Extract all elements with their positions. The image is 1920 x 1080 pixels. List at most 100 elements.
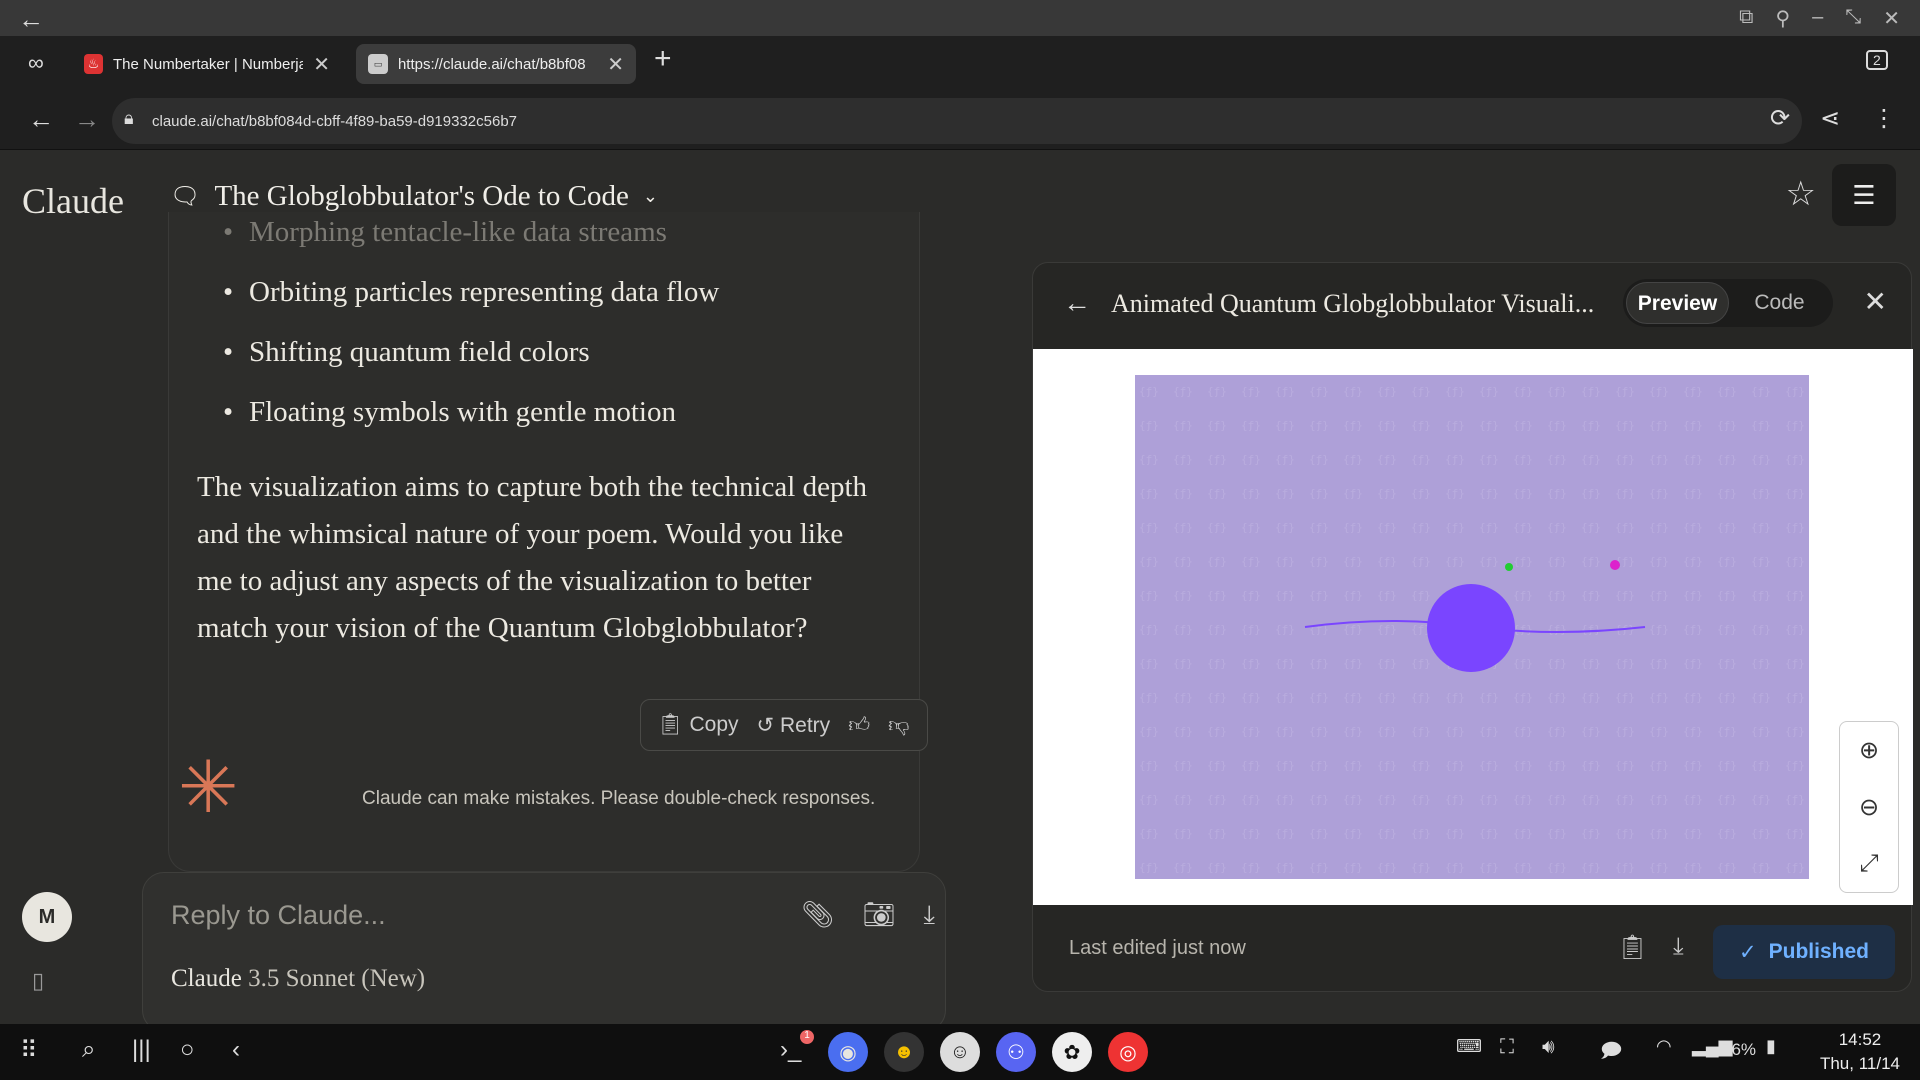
zoom-controls: ⊕ ⊖ ⤢ (1839, 721, 1899, 893)
quantum-orb (1427, 584, 1515, 672)
restore-icon[interactable]: ⤡ (1845, 6, 1861, 31)
conversation-title: The Globglobbulator's Ode to Code (214, 180, 629, 212)
openai-icon[interactable]: ✿ (1052, 1032, 1092, 1072)
forward-icon[interactable]: → (74, 104, 100, 135)
search-icon[interactable]: ⌕ (82, 1036, 95, 1064)
tab-numbertaker[interactable]: ♨ The Numbertaker | Numberja ✕ (72, 44, 342, 84)
minimize-icon[interactable]: – (1812, 6, 1823, 31)
visualization-canvas: {ƒ} (1135, 375, 1809, 879)
list-item: Orbiting particles representing data flo… (223, 276, 719, 336)
claude-favicon: ▭ (368, 54, 388, 74)
close-tab-icon[interactable]: ✕ (607, 52, 624, 77)
discord-icon[interactable]: ⚇ (996, 1032, 1036, 1072)
camera-icon[interactable]: 📷︎ (862, 899, 895, 931)
chat-bubbles-icon: 🗨︎ (170, 184, 201, 210)
retry-button[interactable]: ↺ Retry (757, 713, 831, 738)
battery-percent: 76% (1722, 1040, 1757, 1059)
clock[interactable]: 14:52 Thu, 11/14 (1820, 1028, 1900, 1076)
published-button[interactable]: ✓ Published (1713, 925, 1895, 979)
list-item: Floating symbols with gentle motion (223, 396, 719, 456)
close-tab-icon[interactable]: ✕ (313, 52, 330, 77)
claude-logo[interactable]: Claude (22, 180, 124, 222)
model-brand: Claude (171, 965, 242, 992)
message-actions: 📋︎ Copy ↺ Retry 👍︎ 👎︎ (640, 699, 928, 751)
tab-count-button[interactable]: 2 (1866, 50, 1888, 70)
reply-input[interactable] (171, 895, 771, 935)
sidebar-toggle-icon[interactable]: ▯ (32, 968, 44, 994)
chrome-icon[interactable]: ◎ (1108, 1032, 1148, 1072)
artifact-panel: ← Animated Quantum Globglobbulator Visua… (1032, 262, 1913, 993)
message-paragraph: The visualization aims to capture both t… (197, 471, 868, 644)
window-top-bar: ← ⧉ ⚲ – ⤡ ✕ (0, 0, 1920, 36)
published-label: Published (1768, 940, 1869, 963)
firefox-icon[interactable]: ◉ (828, 1032, 868, 1072)
star-icon[interactable]: ☆ (1786, 174, 1816, 214)
back-icon[interactable]: ← (28, 104, 54, 135)
chat-settings-button[interactable]: ☰ (1832, 164, 1896, 226)
lock-icon: 🔒︎ (124, 108, 134, 128)
zoom-out-icon[interactable]: ⊖ (1859, 793, 1879, 822)
composer-icons: 📎︎ 📷︎ ⤓ (801, 899, 935, 931)
expand-icon[interactable]: ⤢ (1859, 850, 1878, 878)
wifi-icon: ◠ (1656, 1036, 1672, 1056)
notification-icon[interactable]: 🗩 (1600, 1036, 1622, 1070)
pin-icon[interactable]: ⚲ (1775, 6, 1790, 31)
check-circle-icon: ✓ (1739, 940, 1757, 964)
home-icon[interactable]: ○ (180, 1036, 195, 1064)
download-icon[interactable]: ⤓ (924, 899, 936, 931)
copy-button[interactable]: 📋︎ Copy (657, 713, 739, 737)
preview-code-toggle: Preview Code (1623, 279, 1833, 327)
close-icon[interactable]: ✕ (1864, 285, 1887, 318)
terminal-icon[interactable]: ›_ (780, 1036, 801, 1064)
new-tab-button[interactable]: + (654, 42, 672, 76)
url-text: claude.ai/chat/b8bf084d-cbff-4f89-ba59-d… (152, 112, 518, 130)
model-selector[interactable]: Claude 3.5 Sonnet (New) (171, 965, 425, 993)
chat-app-icon[interactable]: ☻ (884, 1032, 924, 1072)
particle-magenta (1610, 560, 1620, 570)
reload-icon[interactable]: ⟳ (1770, 104, 1790, 133)
list-item: Morphing tentacle-like data streams (223, 216, 719, 276)
conversation-title-button[interactable]: 🗨︎ The Globglobbulator's Ode to Code ⌄ (170, 180, 658, 213)
more-menu-icon[interactable]: ⋮ (1872, 104, 1896, 133)
messenger-icon[interactable]: ☺ (940, 1032, 980, 1072)
address-bar-row: ← → 🔒︎ claude.ai/chat/b8bf084d-cbff-4f89… (0, 92, 1920, 150)
keyboard-icon[interactable]: ⌨ (1456, 1036, 1482, 1057)
artifact-title: Animated Quantum Globglobbulator Visuali… (1111, 289, 1595, 318)
flame-icon: ♨ (84, 54, 104, 74)
avatar[interactable]: M (22, 892, 72, 942)
close-window-icon[interactable]: ✕ (1883, 6, 1900, 31)
back-nav-icon[interactable]: ‹ (232, 1036, 240, 1064)
thumbs-down-icon[interactable]: 👎︎ (888, 712, 909, 738)
share-icon[interactable]: ⋖ (1820, 104, 1840, 133)
composer: 📎︎ 📷︎ ⤓ Claude 3.5 Sonnet (New) (142, 872, 946, 1032)
time: 14:52 (1838, 1030, 1882, 1049)
volume-icon[interactable]: 🔊︎ (1542, 1036, 1555, 1059)
url-field[interactable]: 🔒︎ claude.ai/chat/b8bf084d-cbff-4f89-ba5… (112, 98, 1802, 144)
os-taskbar: ⠿ ⌕ ||| ○ ‹ ›_ 1 ◉ ☻ ☺ ⚇ ✿ ◎ ⌨ ⛶ 🔊︎ 🗩 ◠ … (0, 1024, 1920, 1080)
apps-grid-icon[interactable]: ⠿ (20, 1036, 38, 1065)
claude-sparkle-icon: ✳ (178, 748, 239, 828)
thumbs-up-icon[interactable]: 👍︎ (848, 712, 870, 738)
tab-claude-chat[interactable]: ▭ https://claude.ai/chat/b8bf08 ✕ (356, 44, 636, 84)
clipboard-icon[interactable]: 📋︎ (1617, 933, 1647, 962)
window-controls: ⧉ ⚲ – ⤡ ✕ (1739, 6, 1900, 31)
recents-icon[interactable]: ||| (132, 1036, 151, 1064)
tab-code[interactable]: Code (1729, 282, 1830, 324)
particle-green (1505, 563, 1513, 571)
retry-label: Retry (780, 713, 831, 737)
back-arrow-icon[interactable]: ← (18, 4, 44, 35)
download-icon[interactable]: ⤓ (1673, 933, 1684, 961)
back-arrow-icon[interactable]: ← (1063, 287, 1091, 319)
tab-title: https://claude.ai/chat/b8bf08 (397, 55, 586, 73)
tab-preview[interactable]: Preview (1626, 282, 1729, 324)
last-edited-text: Last edited just now (1069, 937, 1246, 959)
incognito-mask-icon[interactable]: ∞ (28, 50, 44, 76)
paperclip-icon[interactable]: 📎︎ (801, 899, 834, 931)
clipboard-icon: 📋︎ (657, 713, 684, 736)
screenshot-icon[interactable]: ⛶ (1500, 1036, 1514, 1059)
date: Thu, 11/14 (1819, 1054, 1900, 1073)
artifact-footer: Last edited just now 📋︎ ⤓ ✓ Published (1033, 905, 1913, 993)
window-split-icon[interactable]: ⧉ (1739, 6, 1753, 31)
chevron-down-icon: ⌄ (642, 186, 658, 206)
zoom-in-icon[interactable]: ⊕ (1859, 736, 1879, 765)
